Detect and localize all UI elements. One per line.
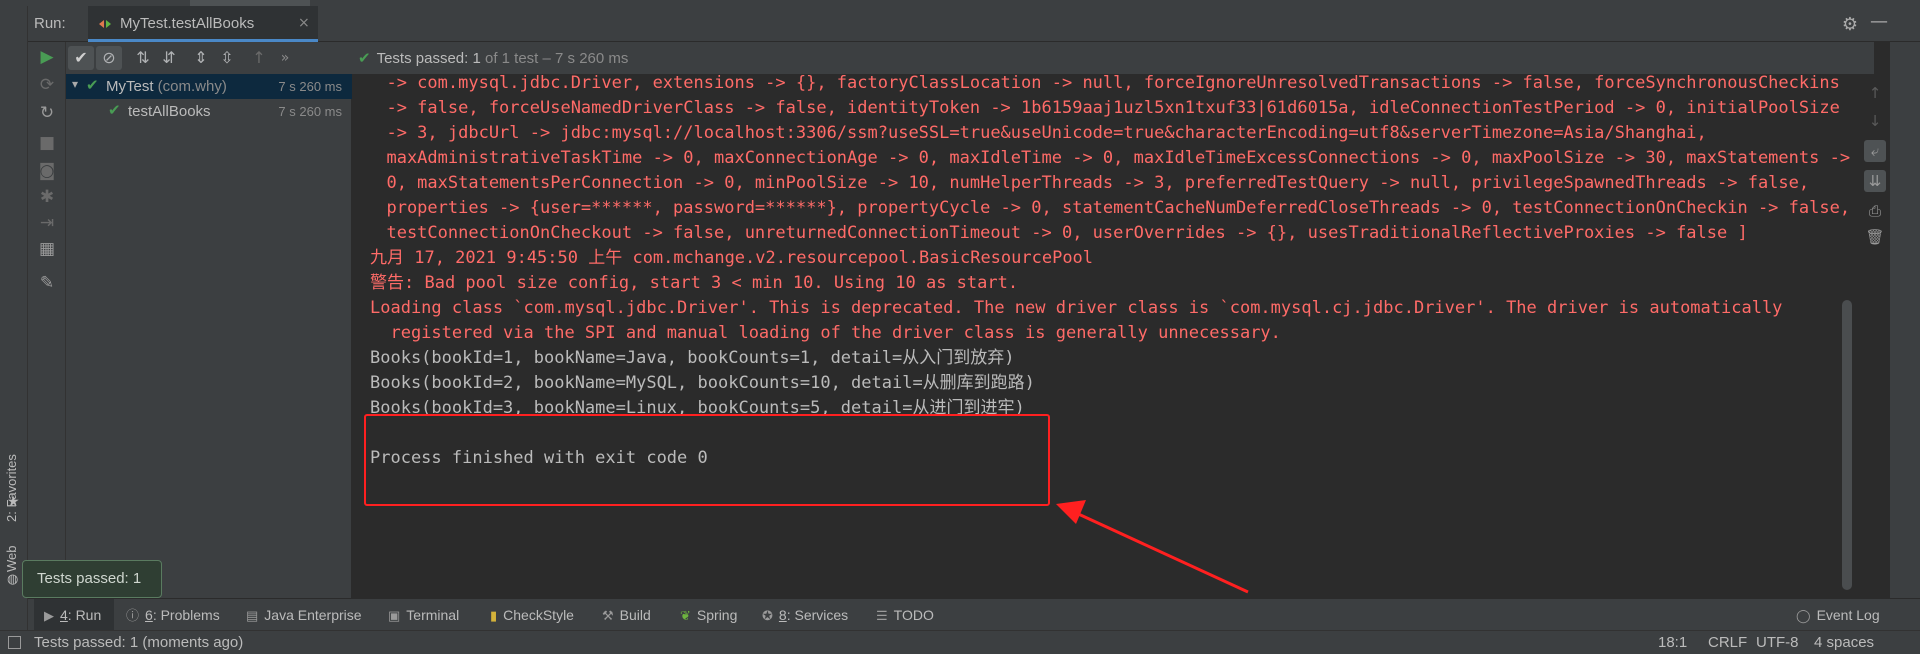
- globe-icon: ◍: [7, 572, 19, 587]
- soft-wrap-icon[interactable]: ⤶: [1864, 140, 1886, 162]
- collapse-all-icon[interactable]: ⇳: [214, 46, 240, 70]
- tests-passed-tooltip: Tests passed: 1: [22, 560, 162, 598]
- test-duration: 7 s 260 ms: [278, 79, 342, 94]
- layout-icon[interactable]: ▦: [36, 238, 58, 260]
- tests-status-prefix: Tests passed:: [376, 50, 473, 67]
- test-duration: 7 s 260 ms: [278, 104, 342, 119]
- console-output[interactable]: -> com.mysql.jdbc.Driver, extensions -> …: [352, 74, 1860, 598]
- hammer-icon: ⚒: [602, 608, 614, 623]
- event-log-tool-button[interactable]: ◯ Event Log: [1796, 599, 1880, 631]
- spring-tool-button[interactable]: ❦ Spring: [680, 599, 737, 631]
- expand-all-icon[interactable]: ⇕: [188, 46, 214, 70]
- java-enterprise-icon: ▤: [246, 608, 259, 623]
- run-config-tab[interactable]: MyTest.testAllBooks ×: [88, 6, 318, 42]
- line-separator[interactable]: CRLF: [1708, 634, 1747, 651]
- rerun-icon[interactable]: ▶: [36, 46, 58, 68]
- sort-alpha-icon[interactable]: ⇅: [130, 46, 156, 70]
- console-scrollbar[interactable]: [1842, 300, 1852, 590]
- console-actions-gutter: ↑ ↓ ⤶ ⇊ ⎙ 🗑: [1860, 74, 1890, 598]
- caret-position[interactable]: 18:1: [1658, 634, 1687, 651]
- more-actions-button[interactable]: »: [272, 46, 298, 70]
- tests-status-suffix: of 1 test – 7 s 260 ms: [480, 50, 629, 67]
- rerun-failed-icon[interactable]: ⟳: [36, 74, 58, 96]
- web-tool-button[interactable]: Web: [4, 536, 24, 573]
- scroll-to-end-icon[interactable]: ⇊: [1864, 170, 1886, 192]
- build-tool-button[interactable]: ⚒ Build: [602, 599, 651, 631]
- terminal-icon: ▣: [388, 608, 401, 623]
- test-case-name: testAllBooks: [128, 103, 211, 120]
- camera-icon[interactable]: ◙: [36, 160, 58, 182]
- checkstyle-tool-button[interactable]: ▮ CheckStyle: [490, 599, 574, 631]
- stop-icon[interactable]: ■: [36, 132, 58, 154]
- close-icon[interactable]: ×: [298, 15, 310, 31]
- previous-failed-icon[interactable]: ↑: [246, 46, 272, 70]
- list-icon: ☰: [876, 608, 888, 623]
- check-icon: ✔: [86, 77, 99, 94]
- console-line: Process finished with exit code 0: [370, 448, 708, 468]
- indent-setting[interactable]: 4 spaces: [1814, 634, 1874, 651]
- services-tool-button[interactable]: ✪ 8: Services: [762, 599, 848, 631]
- sort-duration-icon[interactable]: ⇵: [156, 46, 182, 70]
- run-tab-title: MyTest.testAllBooks: [120, 15, 255, 32]
- run-tool-column: ▶ ⟳ ↻ ■ ◙ ✱ ⇥ ▦ ✎: [28, 42, 66, 598]
- right-side-strip: [1890, 42, 1920, 598]
- status-bar: Tests passed: 1 (moments ago) 18:1 CRLF …: [0, 630, 1920, 654]
- trash-icon[interactable]: 🗑: [1864, 226, 1886, 248]
- tests-status-count: 1: [472, 50, 481, 67]
- run-tool-window-header: Run: MyTest.testAllBooks × ⚙ —: [28, 6, 1920, 42]
- tool-window-bar: ▶ 4: Run ⓘ 6: Problems ▤ Java Enterprise ▣ T…: [28, 598, 1920, 631]
- test-run-icon: [99, 20, 111, 28]
- test-tree-row-suite[interactable]: ▾ ✔ MyTest (com.why) 7 s 260 ms: [66, 74, 352, 99]
- spring-leaf-icon: ❦: [680, 608, 691, 623]
- test-results-toolbar: ✔ ⊘ ⇅ ⇵ ⇕ ⇳ ↑ » ✔ Tests passed: 1 of 1 te…: [66, 42, 1874, 74]
- java-enterprise-tool-button[interactable]: ▤ Java Enterprise: [246, 599, 362, 631]
- terminal-tool-button[interactable]: ▣ Terminal: [388, 599, 459, 631]
- test-tree-row-case[interactable]: ✔ testAllBooks 7 s 260 ms: [66, 99, 352, 124]
- problems-tool-button[interactable]: ⓘ 6: Problems: [126, 599, 220, 631]
- console-line: Books(bookId=3, bookName=Linux, bookCoun…: [370, 398, 1025, 418]
- exit-icon[interactable]: ⇥: [36, 212, 58, 234]
- check-icon: ✔: [358, 50, 371, 67]
- show-passed-icon[interactable]: ✔: [68, 46, 94, 70]
- minimize-icon[interactable]: —: [1870, 11, 1888, 32]
- problems-icon: ⓘ: [126, 608, 140, 623]
- speech-bubble-icon: ◯: [1796, 608, 1811, 623]
- run-tool-button[interactable]: ▶ 4: Run: [34, 599, 114, 631]
- file-encoding[interactable]: UTF-8: [1756, 634, 1799, 651]
- tests-status: ✔ Tests passed: 1 of 1 test – 7 s 260 ms: [358, 49, 628, 67]
- toggle-auto-test-icon[interactable]: ↻: [36, 102, 58, 124]
- play-icon: ▶: [44, 608, 54, 623]
- up-arrow-icon[interactable]: ↑: [1864, 82, 1886, 104]
- print-icon[interactable]: ⎙: [1864, 200, 1886, 222]
- test-suite-name: MyTest (com.why): [106, 78, 227, 95]
- tool-windows-toggle-icon[interactable]: [8, 636, 21, 649]
- star-icon: ★: [7, 494, 20, 510]
- check-icon: ✔: [108, 102, 121, 119]
- down-arrow-icon[interactable]: ↓: [1864, 110, 1886, 132]
- run-label: Run:: [34, 15, 66, 32]
- gear-icon[interactable]: ⚙: [1842, 14, 1858, 35]
- show-ignored-icon[interactable]: ⊘: [96, 46, 122, 70]
- left-side-strip: 2: Favorites ★ Web ◍: [0, 6, 28, 630]
- debug-icon[interactable]: ✱: [36, 186, 58, 208]
- chevron-down-icon[interactable]: ▾: [72, 77, 78, 91]
- services-icon: ✪: [762, 608, 773, 623]
- checkstyle-icon: ▮: [490, 608, 498, 623]
- status-message[interactable]: Tests passed: 1 (moments ago): [34, 634, 243, 651]
- pin-icon[interactable]: ✎: [36, 272, 58, 294]
- todo-tool-button[interactable]: ☰ TODO: [876, 599, 934, 631]
- test-tree: ▾ ✔ MyTest (com.why) 7 s 260 ms ✔ testAl…: [66, 74, 352, 598]
